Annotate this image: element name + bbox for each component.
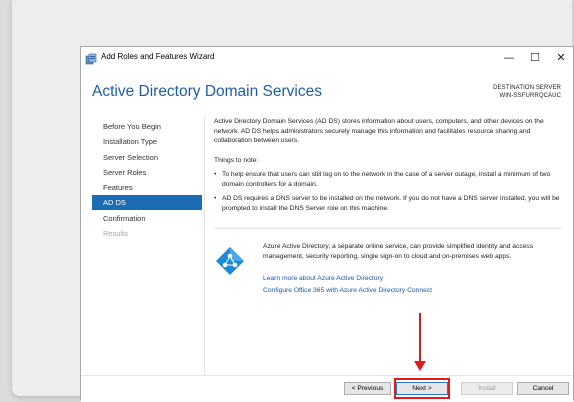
nav-item-ad-ds[interactable]: AD DS: [92, 195, 202, 211]
azure-ad-description: Azure Active Directory, a separate onlin…: [263, 243, 534, 260]
wizard-nav: Before You Begin Installation Type Serve…: [92, 119, 202, 241]
maximize-button[interactable]: ☐: [523, 49, 547, 67]
title-bar[interactable]: Add Roles and Features Wizard — ☐ ✕: [81, 47, 573, 69]
install-button: Install: [461, 382, 513, 395]
note-bullet: • To help ensure that users can still lo…: [214, 170, 562, 190]
nav-item-features[interactable]: Features: [92, 180, 202, 195]
nav-item-before-you-begin[interactable]: Before You Begin: [92, 119, 202, 134]
bullet-glyph: •: [214, 171, 217, 178]
minimize-button[interactable]: —: [497, 49, 521, 67]
destination-server-info: DESTINATION SERVER WIN-SSFURRQCAUC: [493, 84, 561, 100]
section-divider: [214, 228, 562, 229]
destination-server-name: WIN-SSFURRQCAUC: [499, 93, 561, 99]
cancel-button[interactable]: Cancel: [517, 382, 569, 395]
nav-item-confirmation[interactable]: Confirmation: [92, 211, 202, 226]
nav-divider: [204, 115, 205, 375]
page-title: Active Directory Domain Services: [92, 83, 322, 100]
nav-item-server-selection[interactable]: Server Selection: [92, 150, 202, 165]
nav-item-installation-type[interactable]: Installation Type: [92, 134, 202, 149]
notes-heading: Things to note:: [214, 157, 259, 164]
intro-text: Active Directory Domain Services (AD DS)…: [214, 118, 544, 144]
azure-active-directory-icon: [215, 246, 245, 276]
note-text: AD DS requires a DNS server to be instal…: [222, 195, 560, 212]
window-title: Add Roles and Features Wizard: [101, 52, 215, 61]
previous-button[interactable]: < Previous: [344, 382, 391, 395]
close-button[interactable]: ✕: [549, 49, 573, 67]
annotation-arrow-shaft: [419, 313, 421, 363]
wizard-window: Add Roles and Features Wizard — ☐ ✕ Acti…: [80, 46, 574, 402]
nav-item-results: Results: [103, 229, 129, 239]
bullet-glyph: •: [214, 195, 217, 202]
learn-more-azure-ad-link[interactable]: Learn more about Azure Active Directory: [263, 275, 383, 282]
note-text: To help ensure that users can still log …: [222, 171, 551, 188]
note-bullet: • AD DS requires a DNS server to be inst…: [214, 194, 562, 214]
next-button-highlight: [394, 378, 450, 399]
destination-label: DESTINATION SERVER: [493, 85, 561, 91]
annotation-arrow-icon: [414, 361, 426, 371]
configure-office365-link[interactable]: Configure Office 365 with Azure Active D…: [263, 287, 432, 294]
nav-item-server-roles[interactable]: Server Roles: [92, 165, 202, 180]
server-manager-icon: [85, 52, 97, 65]
